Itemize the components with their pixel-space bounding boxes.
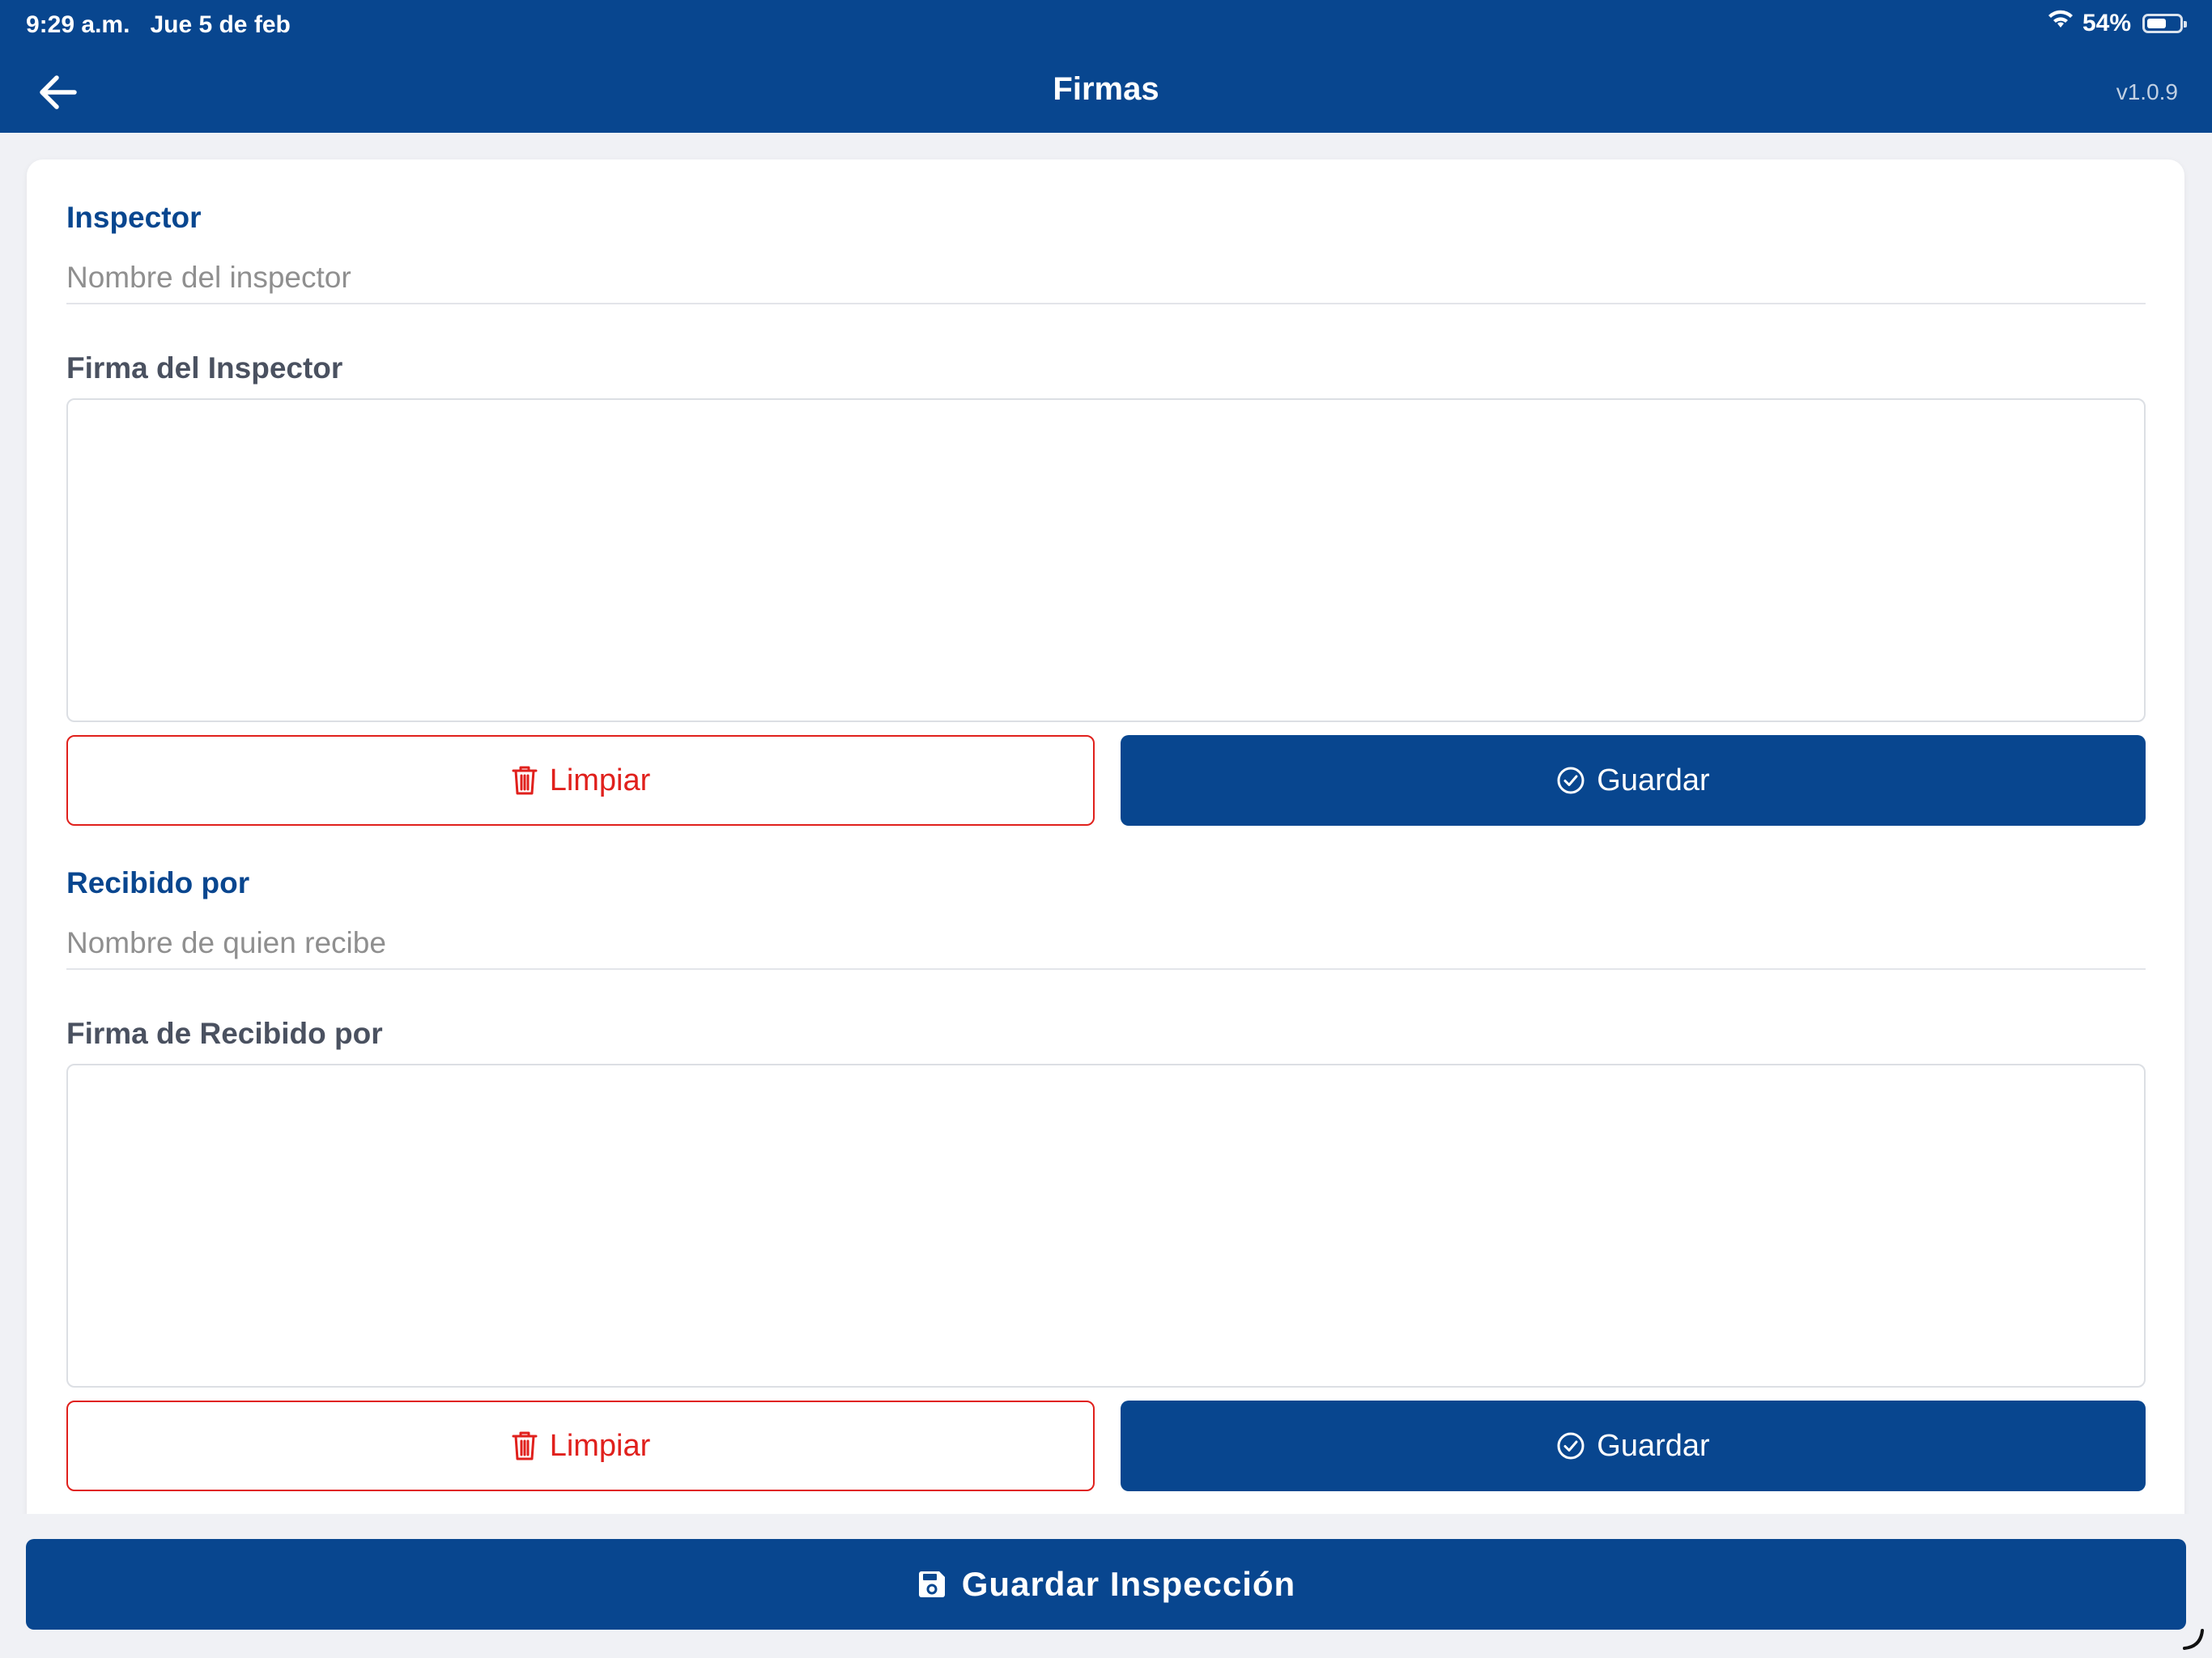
inspector-signature-label: Firma del Inspector bbox=[66, 351, 343, 385]
resize-handle-icon bbox=[2183, 1629, 2204, 1650]
status-bar-datetime: 9:29 a.m. Jue 5 de feb bbox=[26, 11, 291, 39]
floppy-disk-icon bbox=[918, 1571, 945, 1597]
trash-icon bbox=[512, 766, 538, 795]
status-date: Jue 5 de feb bbox=[150, 11, 291, 38]
receiver-save-button[interactable]: Guardar bbox=[1121, 1401, 2146, 1491]
receiver-clear-label: Limpiar bbox=[549, 1428, 651, 1463]
battery-icon bbox=[2142, 14, 2187, 33]
inspector-clear-label: Limpiar bbox=[549, 763, 651, 797]
receiver-section-label: Recibido por bbox=[66, 866, 250, 899]
check-circle-icon bbox=[1557, 1432, 1585, 1460]
app-header: 9:29 a.m. Jue 5 de feb 54% Firmas v1.0.9 bbox=[0, 0, 2212, 133]
receiver-signature-pad[interactable] bbox=[66, 1064, 2146, 1388]
trash-icon bbox=[512, 1431, 538, 1460]
app-version: v1.0.9 bbox=[2116, 79, 2178, 104]
inspector-save-label: Guardar bbox=[1597, 763, 1710, 797]
battery-percent: 54% bbox=[2082, 10, 2131, 36]
inspector-signature-pad[interactable] bbox=[66, 398, 2146, 722]
receiver-clear-button[interactable]: Limpiar bbox=[66, 1401, 1095, 1491]
check-circle-icon bbox=[1557, 767, 1585, 794]
receiver-name-input[interactable] bbox=[66, 918, 2146, 970]
inspector-clear-button[interactable]: Limpiar bbox=[66, 735, 1095, 826]
receiver-signature-label: Firma de Recibido por bbox=[66, 1017, 383, 1050]
status-time: 9:29 a.m. bbox=[26, 11, 130, 38]
save-inspection-button[interactable]: Guardar Inspección bbox=[26, 1539, 2186, 1630]
inspector-name-input[interactable] bbox=[66, 253, 2146, 304]
receiver-save-label: Guardar bbox=[1597, 1428, 1710, 1463]
inspector-save-button[interactable]: Guardar bbox=[1121, 735, 2146, 826]
inspector-section-label: Inspector bbox=[66, 201, 202, 234]
page-title: Firmas bbox=[1053, 71, 1159, 107]
save-inspection-label: Guardar Inspección bbox=[961, 1565, 1296, 1603]
wifi-icon bbox=[2047, 10, 2074, 37]
status-bar-right: 54% bbox=[2047, 10, 2187, 37]
